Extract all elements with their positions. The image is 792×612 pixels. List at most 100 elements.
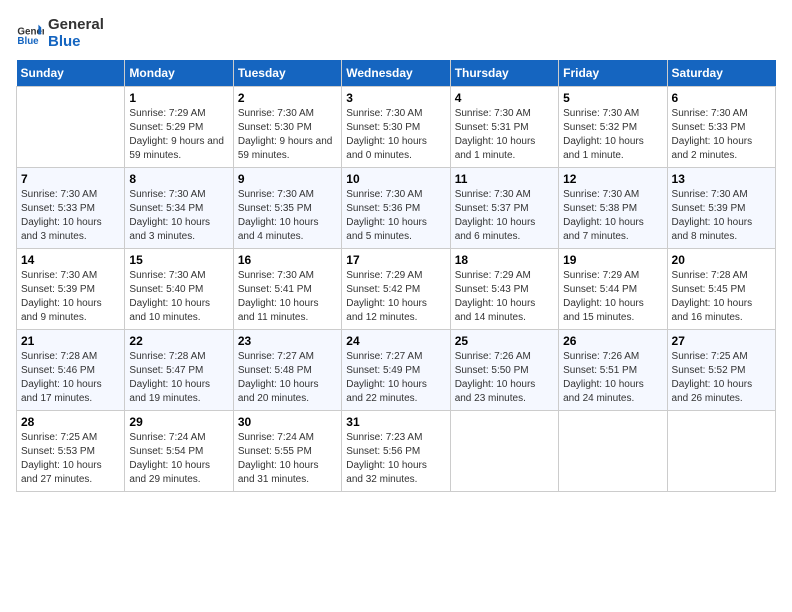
daylight-label: Daylight: 10 hours and 6 minutes. — [455, 217, 536, 242]
sunrise-label: Sunrise: 7:26 AM — [455, 351, 531, 362]
day-number: 2 — [238, 91, 337, 105]
day-info: Sunrise: 7:29 AMSunset: 5:42 PMDaylight:… — [346, 269, 445, 325]
sunset-label: Sunset: 5:39 PM — [21, 284, 95, 295]
sunrise-label: Sunrise: 7:29 AM — [455, 270, 531, 281]
day-cell: 3Sunrise: 7:30 AMSunset: 5:30 PMDaylight… — [342, 87, 450, 168]
daylight-label: Daylight: 10 hours and 15 minutes. — [563, 298, 644, 323]
day-number: 29 — [129, 415, 228, 429]
daylight-label: Daylight: 10 hours and 23 minutes. — [455, 379, 536, 404]
day-number: 13 — [672, 172, 771, 186]
day-cell: 25Sunrise: 7:26 AMSunset: 5:50 PMDayligh… — [450, 330, 558, 411]
week-row-1: 1 Sunrise: 7:29 AM Sunset: 5:29 PM Daylight… — [17, 87, 776, 168]
day-cell: 10Sunrise: 7:30 AMSunset: 5:36 PMDayligh… — [342, 168, 450, 249]
day-number: 4 — [455, 91, 554, 105]
day-number: 25 — [455, 334, 554, 348]
sunrise-label: Sunrise: 7:30 AM — [455, 108, 531, 119]
sunrise-label: Sunrise: 7:23 AM — [346, 432, 422, 443]
day-cell: 20Sunrise: 7:28 AMSunset: 5:45 PMDayligh… — [667, 249, 775, 330]
sunrise-label: Sunrise: 7:30 AM — [238, 270, 314, 281]
day-cell: 22Sunrise: 7:28 AMSunset: 5:47 PMDayligh… — [125, 330, 233, 411]
day-number: 1 — [129, 91, 228, 105]
sunrise-label: Sunrise: 7:30 AM — [238, 189, 314, 200]
week-row-2: 7Sunrise: 7:30 AMSunset: 5:33 PMDaylight… — [17, 168, 776, 249]
sunset-label: Sunset: 5:36 PM — [346, 203, 420, 214]
sunset-label: Sunset: 5:44 PM — [563, 284, 637, 295]
daylight-label: Daylight: 10 hours and 9 minutes. — [21, 298, 102, 323]
daylight-label: Daylight: 10 hours and 26 minutes. — [672, 379, 753, 404]
daylight-label: Daylight: 10 hours and 29 minutes. — [129, 460, 210, 485]
daylight-label: Daylight: 10 hours and 11 minutes. — [238, 298, 319, 323]
day-info: Sunrise: 7:24 AMSunset: 5:54 PMDaylight:… — [129, 431, 228, 487]
sunset-label: Sunset: 5:38 PM — [563, 203, 637, 214]
sunset-label: Sunset: 5:53 PM — [21, 446, 95, 457]
day-cell: 7Sunrise: 7:30 AMSunset: 5:33 PMDaylight… — [17, 168, 125, 249]
day-info: Sunrise: 7:23 AMSunset: 5:56 PMDaylight:… — [346, 431, 445, 487]
day-cell: 12Sunrise: 7:30 AMSunset: 5:38 PMDayligh… — [559, 168, 667, 249]
day-cell — [559, 411, 667, 492]
sunrise-label: Sunrise: 7:29 AM — [563, 270, 639, 281]
day-number: 8 — [129, 172, 228, 186]
sunrise-label: Sunrise: 7:29 AM — [129, 108, 205, 119]
sunrise-label: Sunrise: 7:29 AM — [346, 270, 422, 281]
day-cell — [450, 411, 558, 492]
day-number: 26 — [563, 334, 662, 348]
day-info: Sunrise: 7:25 AM Sunset: 5:53 PM Daylight:… — [21, 431, 120, 487]
daylight-label: Daylight: 10 hours and 31 minutes. — [238, 460, 319, 485]
day-number: 30 — [238, 415, 337, 429]
sunrise-label: Sunrise: 7:30 AM — [129, 189, 205, 200]
day-number: 12 — [563, 172, 662, 186]
sunset-label: Sunset: 5:56 PM — [346, 446, 420, 457]
daylight-label: Daylight: 10 hours and 8 minutes. — [672, 217, 753, 242]
sunrise-label: Sunrise: 7:24 AM — [238, 432, 314, 443]
day-number: 6 — [672, 91, 771, 105]
sunrise-label: Sunrise: 7:30 AM — [21, 270, 97, 281]
day-cell: 26Sunrise: 7:26 AMSunset: 5:51 PMDayligh… — [559, 330, 667, 411]
daylight-label: Daylight: 10 hours and 19 minutes. — [129, 379, 210, 404]
day-info: Sunrise: 7:27 AMSunset: 5:49 PMDaylight:… — [346, 350, 445, 406]
daylight-label: Daylight: 10 hours and 10 minutes. — [129, 298, 210, 323]
sunrise-label: Sunrise: 7:30 AM — [672, 108, 748, 119]
week-row-5: 28Sunrise: 7:25 AMSunset: 5:53 PMDayligh… — [17, 411, 776, 492]
day-info: Sunrise: 7:30 AMSunset: 5:37 PMDaylight:… — [455, 188, 554, 244]
sunset-label: Sunset: 5:52 PM — [672, 365, 746, 376]
daylight-label: Daylight: 9 hours and 59 minutes. — [238, 136, 333, 161]
sunrise-label: Sunrise: 7:25 AM — [21, 432, 97, 443]
sunrise-label: Sunrise: 7:27 AM — [346, 351, 422, 362]
daylight-label: Daylight: 10 hours and 27 minutes. — [21, 460, 102, 485]
daylight-label: Daylight: 10 hours and 7 minutes. — [563, 217, 644, 242]
header-tuesday: Tuesday — [233, 60, 341, 87]
day-number: 19 — [563, 253, 662, 267]
sunset-label: Sunset: 5:29 PM — [129, 122, 203, 133]
day-number: 27 — [672, 334, 771, 348]
logo-line2: Blue — [48, 33, 104, 50]
day-number: 9 — [238, 172, 337, 186]
sunset-label: Sunset: 5:33 PM — [672, 122, 746, 133]
calendar-table: SundayMondayTuesdayWednesdayThursdayFrid… — [16, 60, 776, 492]
sunset-label: Sunset: 5:30 PM — [346, 122, 420, 133]
sunset-label: Sunset: 5:48 PM — [238, 365, 312, 376]
day-cell: 9 Sunrise: 7:30 AMSunset: 5:35 PMDaylight… — [233, 168, 341, 249]
daylight-label: Daylight: 10 hours and 16 minutes. — [672, 298, 753, 323]
day-info: Sunrise: 7:30 AMSunset: 5:33 PMDaylight:… — [21, 188, 120, 244]
day-number: 23 — [238, 334, 337, 348]
day-cell: 30Sunrise: 7:24 AMSunset: 5:55 PMDayligh… — [233, 411, 341, 492]
day-cell: 28Sunrise: 7:25 AMSunset: 5:53 PMDayligh… — [17, 411, 125, 492]
day-number: 31 — [346, 415, 445, 429]
sunset-label: Sunset: 5:46 PM — [21, 365, 95, 376]
day-number: 5 — [563, 91, 662, 105]
sunset-label: Sunset: 5:49 PM — [346, 365, 420, 376]
daylight-label: Daylight: 10 hours and 5 minutes. — [346, 217, 427, 242]
daylight-label: Daylight: 10 hours and 2 minutes. — [672, 136, 753, 161]
day-info: Sunrise: 7:30 AMSunset: 5:35 PMDaylight:… — [238, 188, 337, 244]
sunrise-label: Sunrise: 7:24 AM — [129, 432, 205, 443]
day-cell: 11Sunrise: 7:30 AMSunset: 5:37 PMDayligh… — [450, 168, 558, 249]
sunset-label: Sunset: 5:42 PM — [346, 284, 420, 295]
day-info: Sunrise: 7:30 AMSunset: 5:40 PMDaylight:… — [129, 269, 228, 325]
day-cell: 8Sunrise: 7:30 AMSunset: 5:34 PMDaylight… — [125, 168, 233, 249]
sunset-label: Sunset: 5:51 PM — [563, 365, 637, 376]
sunrise-label: Sunrise: 7:30 AM — [129, 270, 205, 281]
day-cell: 18Sunrise: 7:29 AMSunset: 5:43 PMDayligh… — [450, 249, 558, 330]
day-cell: 21Sunrise: 7:28 AMSunset: 5:46 PMDayligh… — [17, 330, 125, 411]
day-info: Sunrise: 7:30 AMSunset: 5:41 PMDaylight:… — [238, 269, 337, 325]
day-info: Sunrise: 7:29 AMSunset: 5:29 PMDaylight:… — [129, 107, 228, 163]
